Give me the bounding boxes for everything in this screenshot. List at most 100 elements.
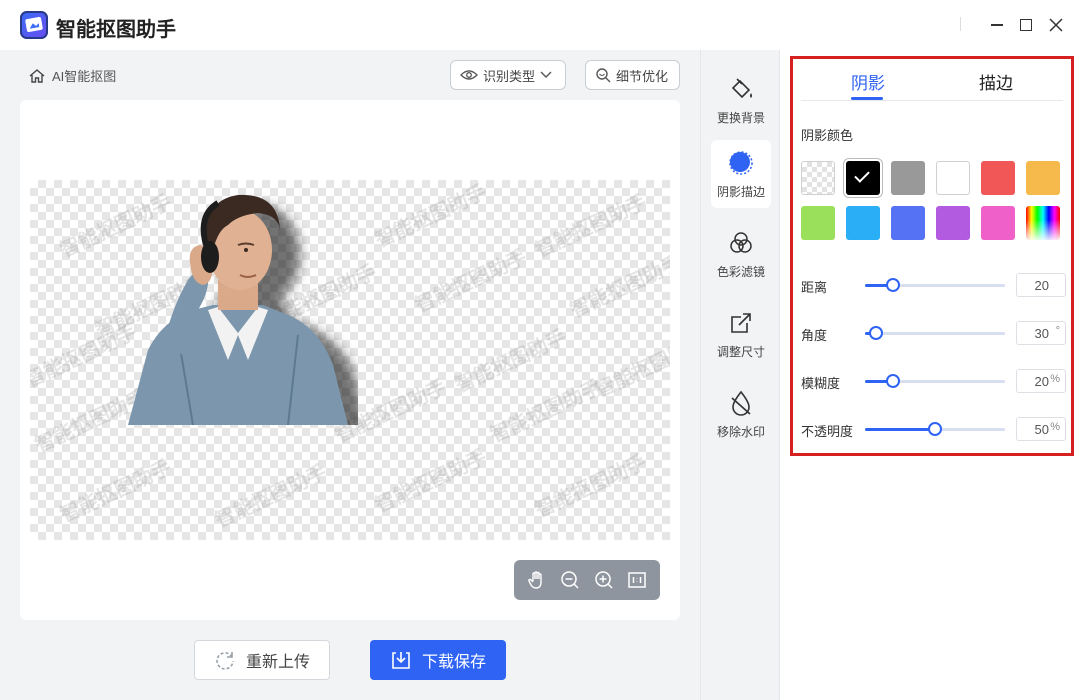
detail-optimize-label: 细节优化 — [616, 68, 669, 84]
minimize-button[interactable] — [984, 12, 1010, 38]
zoom-out-icon — [561, 571, 579, 589]
slider-label: 模糊度 — [801, 376, 841, 391]
slider-label: 不透明度 — [801, 424, 854, 439]
swatch-pink[interactable] — [981, 206, 1015, 240]
tool-shadow-stroke[interactable]: 阴影描边 — [711, 140, 771, 208]
actual-size-icon — [628, 572, 646, 588]
swatch-orange[interactable] — [1026, 161, 1060, 195]
home-icon — [29, 68, 45, 83]
download-save-label: 下载保存 — [421, 654, 486, 671]
slider-label: 角度 — [801, 328, 828, 343]
blur-slider[interactable] — [865, 374, 1005, 388]
tool-color-filter[interactable]: 色彩滤镜 — [711, 220, 771, 288]
opacity-input[interactable]: 50% — [1016, 417, 1066, 441]
remove-watermark-icon — [731, 390, 751, 416]
slider-handle[interactable] — [886, 374, 900, 388]
swatch-sky-blue[interactable] — [846, 206, 880, 240]
opacity-slider-row: 不透明度 50% — [801, 417, 1069, 441]
swatch-transparent[interactable] — [801, 161, 835, 195]
reupload-label: 重新上传 — [245, 654, 310, 671]
swatch-red[interactable] — [981, 161, 1015, 195]
watermark: 智能抠图助手 — [372, 181, 491, 253]
shadow-color-label: 阴影颜色 — [801, 128, 854, 143]
watermark: 智能抠图助手 — [412, 246, 531, 318]
watermark: 智能抠图助手 — [532, 451, 651, 523]
recognition-type-label: 识别类型 — [483, 68, 536, 84]
work-area: AI智能抠图 识别类型 细节优化 智能抠图助手 智能抠图助手 智能抠图助手 智能… — [0, 50, 700, 700]
maximize-icon — [1020, 19, 1032, 31]
distance-slider-row: 距离 20 — [801, 273, 1069, 297]
tool-change-background[interactable]: 更换背景 — [711, 66, 771, 134]
angle-slider-row: 角度 30 ° — [801, 321, 1069, 345]
detail-optimize-button[interactable]: 细节优化 — [585, 60, 680, 90]
swatch-gray[interactable] — [891, 161, 925, 195]
watermark: 智能抠图助手 — [452, 326, 571, 398]
breadcrumb-label: AI智能抠图 — [52, 69, 117, 84]
tool-resize[interactable]: 调整尺寸 — [711, 300, 771, 368]
color-filter-icon — [730, 231, 752, 253]
distance-slider[interactable] — [865, 278, 1005, 292]
blur-input[interactable]: 20% — [1016, 369, 1066, 393]
tool-sidebar: 更换背景 阴影描边 色彩滤镜 调整尺寸 移除水印 — [700, 50, 780, 700]
tab-stroke[interactable]: 描边 — [979, 69, 1013, 94]
watermark: 智能抠图助手 — [212, 461, 331, 533]
swatch-blue[interactable] — [891, 206, 925, 240]
zoom-in-icon — [595, 571, 613, 589]
tab-divider — [801, 100, 1063, 101]
title-bar: 智能抠图助手 — [0, 0, 1080, 50]
swatch-black[interactable] — [846, 161, 880, 195]
tool-remove-watermark[interactable]: 移除水印 — [711, 380, 771, 448]
swatch-custom-color[interactable] — [1026, 206, 1060, 240]
slider-handle[interactable] — [886, 278, 900, 292]
slider-handle[interactable] — [928, 422, 942, 436]
hand-icon — [527, 571, 542, 589]
close-icon — [1049, 18, 1063, 32]
zoom-in-button[interactable] — [592, 568, 616, 592]
minimize-icon — [991, 24, 1003, 26]
watermark: 智能抠图助手 — [567, 251, 670, 323]
watermark: 智能抠图助手 — [487, 376, 606, 448]
app-logo-icon — [20, 11, 48, 39]
distance-input[interactable]: 20 — [1016, 273, 1066, 297]
swatch-purple[interactable] — [936, 206, 970, 240]
canvas-card: 智能抠图助手 智能抠图助手 智能抠图助手 智能抠图助手 智能抠图助手 智能抠图助… — [20, 100, 680, 620]
maximize-button[interactable] — [1013, 12, 1039, 38]
cutout-person-image — [128, 194, 358, 425]
color-swatches — [801, 161, 1065, 240]
watermark: 智能抠图助手 — [372, 446, 491, 518]
tool-label: 色彩滤镜 — [716, 264, 765, 279]
slider-label: 距离 — [801, 280, 828, 295]
eye-icon — [460, 70, 478, 80]
swatch-green[interactable] — [801, 206, 835, 240]
check-icon — [854, 167, 870, 183]
refresh-icon — [216, 652, 234, 670]
blur-slider-row: 模糊度 20% — [801, 369, 1069, 393]
angle-input[interactable]: 30 ° — [1016, 321, 1066, 345]
window-separator — [960, 17, 961, 31]
swatch-white[interactable] — [936, 161, 970, 195]
opacity-slider[interactable] — [865, 422, 1005, 436]
zoom-toolbar — [514, 560, 660, 600]
download-save-button[interactable]: 下载保存 — [370, 640, 506, 680]
reupload-button[interactable]: 重新上传 — [194, 640, 330, 680]
magnifier-icon — [596, 68, 611, 83]
tool-label: 调整尺寸 — [716, 344, 765, 359]
breadcrumb[interactable]: AI智能抠图 — [28, 66, 116, 85]
tool-label: 更换背景 — [716, 110, 765, 125]
tool-label: 阴影描边 — [716, 184, 765, 199]
chevron-down-icon — [540, 71, 552, 78]
watermark: 智能抠图助手 — [57, 456, 176, 528]
recognition-type-button[interactable]: 识别类型 — [450, 60, 566, 90]
shadow-circle-icon — [729, 150, 753, 175]
close-button[interactable] — [1043, 12, 1069, 38]
angle-slider[interactable] — [865, 326, 1005, 340]
app-title: 智能抠图助手 — [56, 19, 176, 41]
tab-shadow[interactable]: 阴影 — [851, 69, 885, 94]
zoom-out-button[interactable] — [558, 568, 582, 592]
shadow-settings-panel: 阴影 描边 阴影颜色 距离 20 角度 30 ° 模糊度 20% 不透明度 50% — [790, 56, 1074, 456]
transparent-canvas[interactable]: 智能抠图助手 智能抠图助手 智能抠图助手 智能抠图助手 智能抠图助手 智能抠图助… — [30, 180, 670, 540]
slider-handle[interactable] — [869, 326, 884, 340]
pan-hand-button[interactable] — [525, 568, 549, 592]
actual-size-button[interactable] — [625, 568, 649, 592]
watermark: 智能抠图助手 — [532, 191, 651, 263]
